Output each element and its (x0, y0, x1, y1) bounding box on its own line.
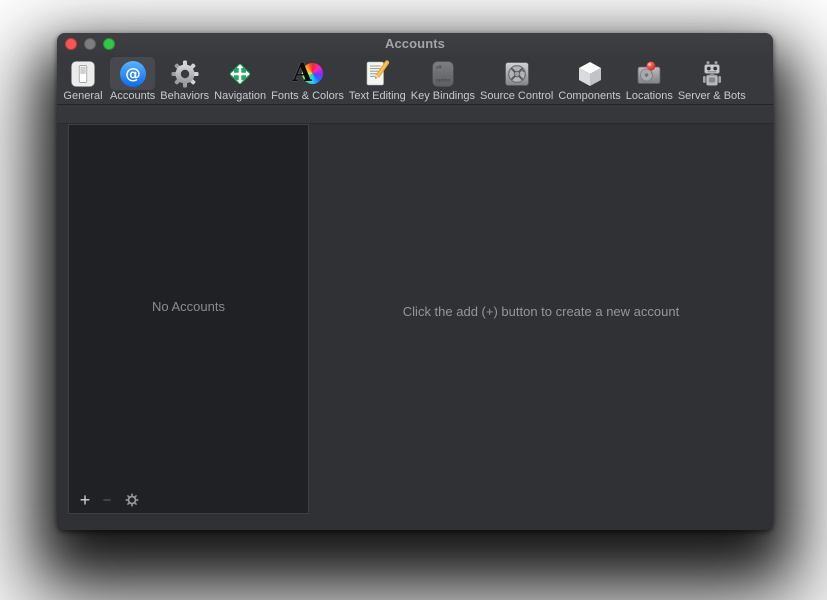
add-account-button[interactable]: + (74, 489, 96, 511)
zoom-button[interactable] (103, 38, 115, 50)
traffic-lights (65, 38, 115, 50)
harddrive-pin-icon (626, 57, 673, 90)
document-pencil-icon (349, 57, 406, 90)
minimize-button[interactable] (84, 38, 96, 50)
at-circle-icon: @ (110, 57, 155, 90)
toolbar-item-server-bots[interactable]: Server & Bots (678, 55, 746, 102)
toolbar-item-source-control[interactable]: Source Control (480, 55, 553, 102)
cube-icon (558, 57, 620, 90)
toolbar-item-general[interactable]: General (61, 55, 105, 102)
accounts-list[interactable]: No Accounts (69, 125, 308, 487)
toolbar-item-navigation[interactable]: Navigation (214, 55, 266, 102)
desktop: Accounts General (0, 0, 827, 600)
letter-a: A (293, 58, 312, 87)
toolbar-item-label: Key Bindings (411, 90, 475, 102)
preferences-toolbar: General @ Accounts (57, 55, 773, 104)
toolbar-item-components[interactable]: Components (558, 55, 620, 102)
toolbar-item-label: Behaviors (160, 90, 209, 102)
remove-account-button[interactable]: − (96, 489, 118, 511)
toolbar-item-label: Text Editing (349, 90, 406, 102)
vault-icon (480, 57, 553, 90)
toolbar-item-locations[interactable]: Locations (626, 55, 673, 102)
window-title: Accounts (57, 33, 773, 55)
no-accounts-label: No Accounts (152, 299, 225, 314)
svg-text:option: option (436, 77, 450, 83)
letter-a-colorwheel-icon: A (271, 57, 344, 90)
accounts-list-panel: No Accounts + − (68, 124, 309, 514)
titlebar[interactable]: Accounts (57, 33, 773, 55)
close-button[interactable] (65, 38, 77, 50)
toolbar-item-label: General (63, 90, 102, 102)
toolbar-item-label: Source Control (480, 90, 553, 102)
green-diamond-arrows-icon (214, 57, 266, 90)
toolbar-item-label: Locations (626, 90, 673, 102)
accounts-list-toolbar: + − (69, 487, 308, 513)
switch-icon (61, 57, 105, 90)
toolbar-item-accounts[interactable]: @ Accounts (110, 55, 155, 102)
toolbar-item-label: Fonts & Colors (271, 90, 344, 102)
toolbar-item-fonts-colors[interactable]: A Fonts & Colors (271, 55, 344, 102)
toolbar-item-key-bindings[interactable]: alt option Key Bindings (411, 55, 475, 102)
toolbar-item-label: Components (558, 90, 620, 102)
empty-state-message: Click the add (+) button to create a new… (403, 304, 679, 319)
toolbar-item-behaviors[interactable]: Behaviors (160, 55, 209, 102)
toolbar-item-label: Server & Bots (678, 90, 746, 102)
account-detail-area: Click the add (+) button to create a new… (309, 124, 773, 530)
gear-icon (160, 57, 209, 90)
toolbar-item-label: Accounts (110, 90, 155, 102)
robot-icon (678, 57, 746, 90)
option-key-icon: alt option (411, 57, 475, 90)
preferences-window: Accounts General (57, 33, 773, 530)
preferences-content: No Accounts + − (57, 104, 773, 530)
svg-text:alt: alt (436, 64, 442, 70)
gear-icon (125, 493, 139, 507)
svg-text:@: @ (125, 65, 141, 83)
toolbar-item-label: Navigation (214, 90, 266, 102)
account-actions-button[interactable] (121, 489, 143, 511)
toolbar-item-text-editing[interactable]: Text Editing (349, 55, 406, 102)
